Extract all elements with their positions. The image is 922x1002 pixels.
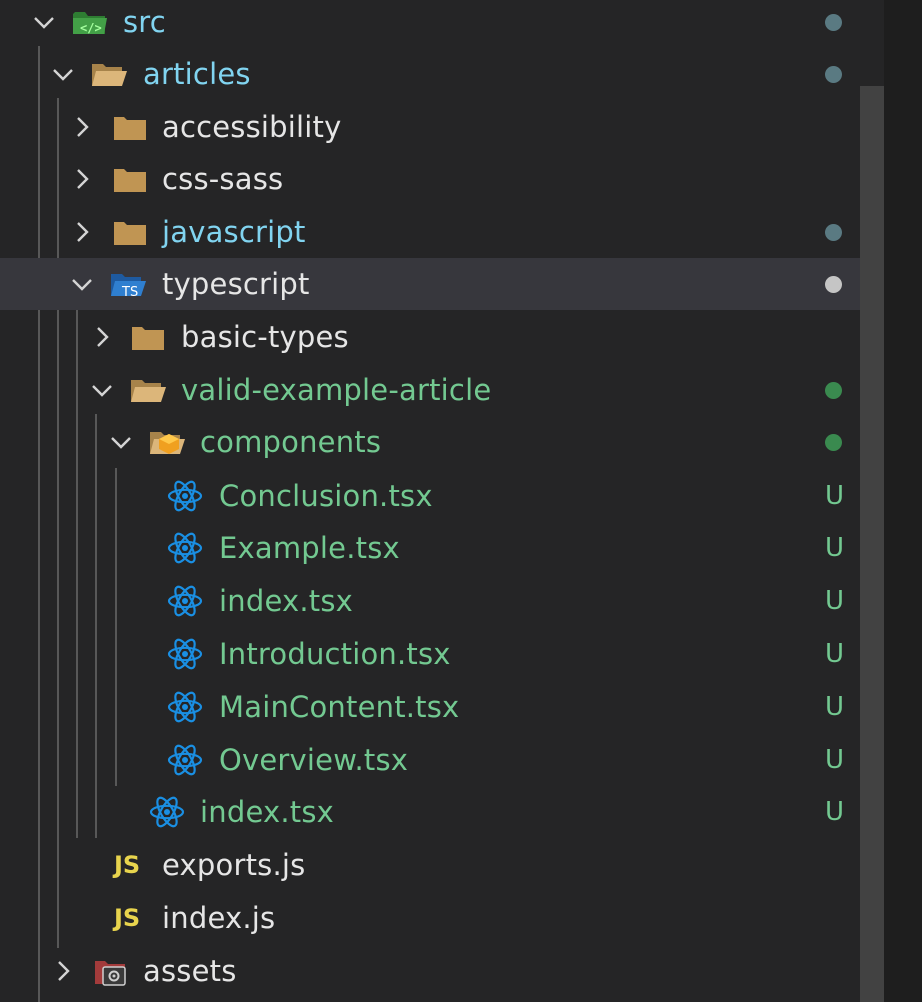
tree-item-label: index.tsx bbox=[200, 795, 334, 829]
tree-item-label: Example.tsx bbox=[219, 531, 400, 565]
file-explorer-tree: </> src articles accessibility css-sass bbox=[0, 0, 884, 1002]
chevron-down-icon[interactable] bbox=[109, 430, 133, 454]
tree-item-label: accessibility bbox=[162, 110, 342, 144]
folder-open-icon bbox=[131, 380, 166, 402]
tree-item-article-index-tsx[interactable]: index.tsx U bbox=[0, 786, 884, 838]
tree-item-exports-js[interactable]: JS exports.js bbox=[0, 839, 884, 891]
tree-item-overview-tsx[interactable]: Overview.tsx U bbox=[0, 734, 884, 786]
react-icon bbox=[167, 638, 203, 670]
chevron-right-icon[interactable] bbox=[90, 325, 114, 349]
tree-item-css-sass[interactable]: css-sass bbox=[0, 153, 884, 205]
tree-item-articles[interactable]: articles bbox=[0, 48, 884, 100]
untracked-badge: U bbox=[824, 692, 844, 722]
assets-folder-icon bbox=[95, 961, 126, 986]
tree-item-assets[interactable]: assets bbox=[0, 945, 884, 997]
chevron-down-icon[interactable] bbox=[51, 62, 75, 86]
folder-icon bbox=[114, 222, 146, 245]
tree-item-introduction-tsx[interactable]: Introduction.tsx U bbox=[0, 628, 884, 680]
components-folder-icon bbox=[150, 432, 185, 454]
js-icon: JS bbox=[114, 851, 141, 879]
folder-icon bbox=[132, 327, 164, 350]
tree-item-label: Conclusion.tsx bbox=[219, 479, 433, 513]
tree-item-index-tsx[interactable]: index.tsx U bbox=[0, 575, 884, 627]
tree-item-label: css-sass bbox=[162, 162, 284, 196]
tree-item-label: Overview.tsx bbox=[219, 743, 409, 777]
tree-item-label: components bbox=[200, 425, 382, 459]
folder-open-icon bbox=[92, 64, 127, 86]
react-icon bbox=[167, 480, 203, 512]
status-dot bbox=[825, 224, 842, 241]
tree-item-accessibility[interactable]: accessibility bbox=[0, 101, 884, 153]
react-icon bbox=[167, 532, 203, 564]
tree-item-label: javascript bbox=[162, 215, 306, 249]
untracked-badge: U bbox=[824, 639, 844, 669]
src-folder-icon: </> bbox=[73, 12, 107, 35]
js-icon: JS bbox=[114, 904, 141, 932]
tree-item-label: index.js bbox=[162, 901, 276, 935]
tree-item-conclusion-tsx[interactable]: Conclusion.tsx U bbox=[0, 470, 884, 522]
tree-item-components[interactable]: components bbox=[0, 416, 884, 468]
svg-text:TS: TS bbox=[121, 285, 138, 300]
status-dot bbox=[825, 14, 842, 31]
react-icon bbox=[167, 691, 203, 723]
react-icon bbox=[167, 585, 203, 617]
chevron-down-icon[interactable] bbox=[32, 10, 56, 34]
untracked-badge: U bbox=[824, 797, 844, 827]
react-icon bbox=[149, 796, 185, 828]
tree-item-typescript[interactable]: TS typescript bbox=[0, 258, 884, 310]
chevron-right-icon[interactable] bbox=[51, 959, 75, 983]
tree-item-label: valid-example-article bbox=[181, 373, 492, 407]
tree-item-label: typescript bbox=[162, 267, 310, 301]
tree-item-label: MainContent.tsx bbox=[219, 690, 460, 724]
tree-item-maincontent-tsx[interactable]: MainContent.tsx U bbox=[0, 681, 884, 733]
status-dot bbox=[825, 382, 842, 399]
tree-item-javascript[interactable]: javascript bbox=[0, 206, 884, 258]
folder-icon bbox=[114, 117, 146, 140]
chevron-right-icon[interactable] bbox=[70, 167, 94, 191]
tree-item-label: exports.js bbox=[162, 848, 306, 882]
tree-item-example-tsx[interactable]: Example.tsx U bbox=[0, 522, 884, 574]
tree-item-valid-example-article[interactable]: valid-example-article bbox=[0, 364, 884, 416]
tree-item-label: src bbox=[123, 5, 166, 39]
tree-item-label: articles bbox=[143, 57, 251, 91]
tree-item-label: basic-types bbox=[181, 320, 349, 354]
status-dot bbox=[825, 434, 842, 451]
svg-text:</>: </> bbox=[80, 21, 102, 35]
tree-item-basic-types[interactable]: basic-types bbox=[0, 311, 884, 363]
untracked-badge: U bbox=[824, 533, 844, 563]
tree-item-label: index.tsx bbox=[219, 584, 353, 618]
tree-item-label: assets bbox=[143, 954, 237, 988]
status-dot bbox=[825, 66, 842, 83]
chevron-right-icon[interactable] bbox=[70, 115, 94, 139]
chevron-down-icon[interactable] bbox=[70, 272, 94, 296]
untracked-badge: U bbox=[824, 481, 844, 511]
tree-item-index-js[interactable]: JS index.js bbox=[0, 892, 884, 944]
scrollbar-thumb[interactable] bbox=[860, 86, 884, 1002]
tree-item-label: Introduction.tsx bbox=[219, 637, 451, 671]
untracked-badge: U bbox=[824, 586, 844, 616]
react-icon bbox=[167, 744, 203, 776]
folder-icon bbox=[114, 169, 146, 192]
editor-edge bbox=[884, 0, 922, 1002]
chevron-right-icon[interactable] bbox=[70, 220, 94, 244]
chevron-down-icon[interactable] bbox=[90, 378, 114, 402]
status-dot bbox=[825, 276, 842, 293]
tree-item-src[interactable]: </> src bbox=[0, 0, 884, 48]
typescript-folder-icon: TS bbox=[111, 274, 146, 300]
untracked-badge: U bbox=[824, 745, 844, 775]
